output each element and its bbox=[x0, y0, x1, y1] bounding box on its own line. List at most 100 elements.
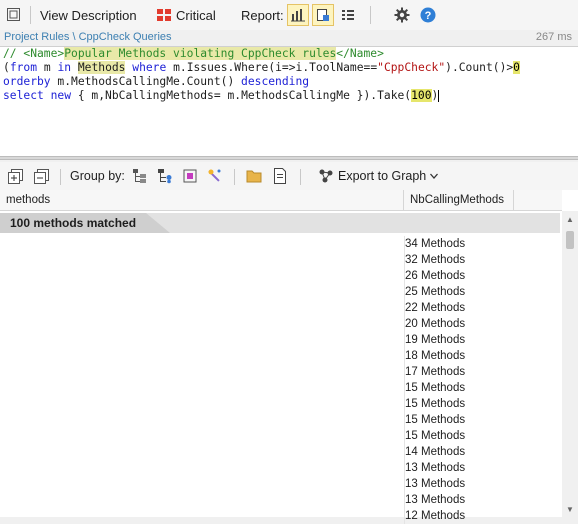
table-row[interactable]: DeclInfo(bool,bool,bool) 13 Methods bbox=[0, 492, 560, 508]
report-list-icon bbox=[342, 10, 354, 20]
table-row[interactable]: getNSClassId(clang::NSAPI::NSClassIdKind… bbox=[0, 444, 560, 460]
table-row[interactable]: DIEHash(llvm::AsmPrinter*) 20 Methods bbox=[0, 316, 560, 332]
calling-methods-cell[interactable]: 19 Methods bbox=[404, 332, 555, 348]
calling-methods-cell[interactable]: 17 Methods bbox=[404, 364, 555, 380]
calling-methods-count: 22 Methods bbox=[405, 302, 466, 314]
calling-methods-count: 13 Methods bbox=[405, 478, 466, 490]
scroll-up-arrow[interactable]: ▲ bbox=[562, 211, 578, 227]
severity-label: Critical bbox=[176, 7, 216, 23]
report-chart-button[interactable] bbox=[287, 4, 309, 26]
calling-methods-cell[interactable]: 18 Methods bbox=[404, 348, 555, 364]
critical-severity-icon bbox=[157, 9, 171, 21]
breadcrumb-bar: Project Rules \ CppCheck Queries 267 ms bbox=[0, 30, 578, 46]
calling-methods-cell[interactable]: 22 Methods bbox=[404, 300, 555, 316]
calling-methods-count: 32 Methods bbox=[405, 254, 466, 266]
export-to-graph-button[interactable]: Export to Graph bbox=[318, 168, 439, 184]
breadcrumb[interactable]: Project Rules \ CppCheck Queries bbox=[4, 31, 172, 43]
table-row[interactable]: PrintCursor(CXCursor,constchar*) 18 Meth… bbox=[0, 348, 560, 364]
calling-methods-count: 26 Methods bbox=[405, 270, 466, 282]
table-row[interactable]: LValue() 19 Methods bbox=[0, 332, 560, 348]
table-row[interactable]: getSelector(unsignedint,clang::Identifie… bbox=[0, 252, 560, 268]
toolbar-divider bbox=[300, 169, 301, 185]
table-row[interactable]: Constructable(int) 15 Methods bbox=[0, 380, 560, 396]
scroll-down-arrow[interactable]: ▼ bbox=[562, 501, 578, 517]
calling-methods-cell[interactable]: 13 Methods bbox=[404, 476, 555, 492]
calling-methods-cell[interactable]: 34 Methods bbox=[404, 236, 555, 252]
table-row[interactable]: isImplicitDeclarationSelectorUsedAsBlock… bbox=[0, 508, 560, 524]
export-label: Export to Graph bbox=[338, 169, 427, 183]
table-row[interactable]: MDField(bool) 15 Methods bbox=[0, 396, 560, 412]
calling-methods-count: 34 Methods bbox=[405, 238, 466, 250]
group-by-type-button[interactable] bbox=[181, 167, 199, 185]
calling-methods-cell[interactable]: 12 Methods bbox=[404, 508, 555, 524]
calling-methods-cell[interactable]: 13 Methods bbox=[404, 492, 555, 508]
toolbar-divider bbox=[30, 6, 31, 24]
report-label: Report: bbox=[241, 7, 284, 23]
code-string: "CppCheck" bbox=[377, 61, 446, 74]
group-by-member-button[interactable] bbox=[206, 167, 224, 185]
report-document-icon bbox=[317, 9, 329, 21]
report-list-button[interactable] bbox=[337, 4, 359, 26]
table-row[interactable]: Matcher(llvm::Matcher::KindTy) 34 Method… bbox=[0, 236, 560, 252]
code-text: ).Count()> bbox=[445, 61, 514, 74]
help-button[interactable]: ? bbox=[420, 4, 436, 26]
calling-methods-count: 13 Methods bbox=[405, 494, 466, 506]
results-toolbar: Group by: Export to Graph bbox=[0, 162, 578, 190]
vertical-scrollbar[interactable]: ▲ ▼ bbox=[562, 211, 578, 517]
calling-methods-cell[interactable]: 20 Methods bbox=[404, 316, 555, 332]
collapse-icon bbox=[7, 8, 20, 21]
calling-methods-cell[interactable]: 14 Methods bbox=[404, 444, 555, 460]
group-by-file-button[interactable] bbox=[271, 167, 289, 185]
type-icon bbox=[183, 169, 197, 183]
calling-methods-cell[interactable]: 15 Methods bbox=[404, 396, 555, 412]
code-text: m.Issues.Where(i=>i.ToolName== bbox=[166, 61, 378, 74]
report-document-button[interactable] bbox=[312, 4, 334, 26]
calling-methods-count: 18 Methods bbox=[405, 350, 466, 362]
calling-methods-count: 17 Methods bbox=[405, 366, 466, 378]
view-description-button[interactable]: View Description bbox=[40, 4, 137, 26]
group-by-folder-button[interactable] bbox=[245, 167, 263, 185]
column-header-filler bbox=[514, 190, 562, 211]
calling-methods-cell[interactable]: 32 Methods bbox=[404, 252, 555, 268]
severity-critical-button[interactable]: Critical bbox=[156, 4, 216, 26]
calling-methods-count: 15 Methods bbox=[405, 430, 466, 442]
table-row[interactable]: MDStringField(bool) 15 Methods bbox=[0, 412, 560, 428]
collapse-button[interactable] bbox=[6, 4, 22, 26]
code-text: { m,NbCallingMethods= m.MethodsCallingMe… bbox=[71, 89, 412, 102]
table-row[interactable]: checkForCycles(constllvm::SDNode*,constl… bbox=[0, 428, 560, 444]
collapse-all-button[interactable] bbox=[32, 167, 50, 185]
code-domain: Methods bbox=[77, 61, 126, 74]
calling-methods-count: 14 Methods bbox=[405, 446, 466, 458]
column-header-nbcallingmethods[interactable]: NbCallingMethods bbox=[404, 190, 514, 211]
table-row[interactable]: TargetCodeGenInfo(clang::ABIInfo*) 17 Me… bbox=[0, 364, 560, 380]
table-row[interactable]: getULEB128(uint32_t*) 13 Methods bbox=[0, 460, 560, 476]
calling-methods-cell[interactable]: 13 Methods bbox=[404, 460, 555, 476]
toolbar-divider bbox=[60, 169, 61, 185]
code-text: ( bbox=[3, 61, 10, 74]
table-row[interactable]: Transaction(clang::arcmt::TransformActio… bbox=[0, 300, 560, 316]
expand-all-button[interactable] bbox=[6, 167, 24, 185]
calling-methods-count: 15 Methods bbox=[405, 382, 466, 394]
expand-all-icon bbox=[7, 168, 23, 184]
group-by-assembly-button[interactable] bbox=[131, 167, 149, 185]
group-header[interactable]: 100 methods matched bbox=[0, 213, 560, 233]
group-by-namespace-button[interactable] bbox=[156, 167, 174, 185]
gear-icon bbox=[394, 7, 410, 23]
text-caret bbox=[438, 90, 440, 102]
pane-splitter[interactable] bbox=[0, 156, 578, 160]
calling-methods-cell[interactable]: 15 Methods bbox=[404, 412, 555, 428]
settings-button[interactable] bbox=[394, 4, 410, 26]
calling-methods-cell[interactable]: 25 Methods bbox=[404, 284, 555, 300]
calling-methods-count: 20 Methods bbox=[405, 318, 466, 330]
column-header-label: methods bbox=[6, 194, 51, 206]
column-header-methods[interactable]: methods bbox=[0, 190, 404, 211]
code-comment: </Name> bbox=[336, 47, 384, 60]
scroll-thumb[interactable] bbox=[566, 231, 574, 249]
table-row[interactable]: ~AggValueSlot() 25 Methods bbox=[0, 284, 560, 300]
query-editor[interactable]: // <Name>Popular Methods violating CppCh… bbox=[0, 46, 578, 157]
table-row[interactable]: getOperandNo() 26 Methods bbox=[0, 268, 560, 284]
table-row[interactable]: visitDeclRef(clang::Decl*) 13 Methods bbox=[0, 476, 560, 492]
calling-methods-cell[interactable]: 26 Methods bbox=[404, 268, 555, 284]
calling-methods-cell[interactable]: 15 Methods bbox=[404, 380, 555, 396]
calling-methods-cell[interactable]: 15 Methods bbox=[404, 428, 555, 444]
